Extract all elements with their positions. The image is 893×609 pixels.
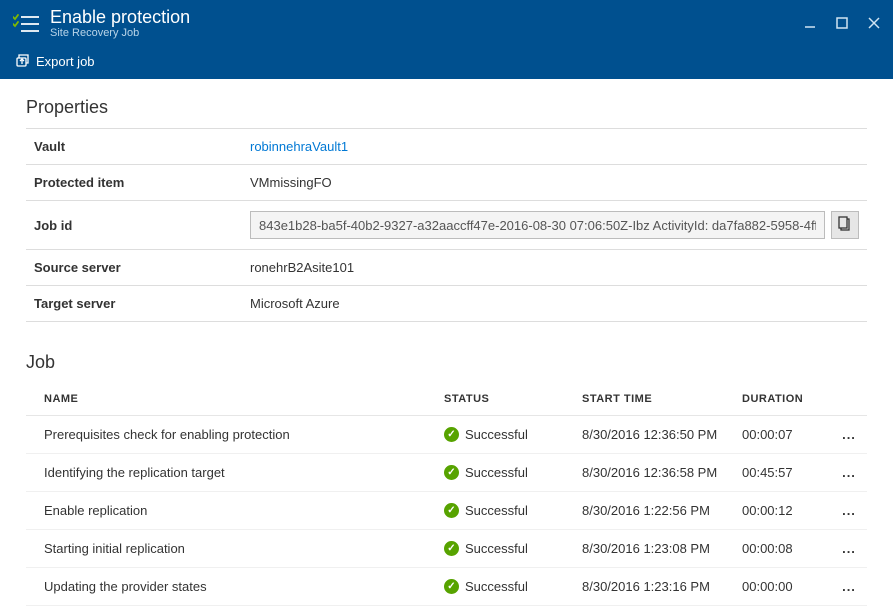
close-button[interactable] xyxy=(867,16,881,33)
job-duration: 00:00:12 xyxy=(734,492,831,530)
header-text: Enable protection Site Recovery Job xyxy=(50,8,803,41)
job-start: 8/30/2016 12:36:58 PM xyxy=(574,454,734,492)
table-row[interactable]: Prerequisites check for enabling protect… xyxy=(26,416,867,454)
job-name: Updating the provider states xyxy=(26,568,436,606)
status-cell: Successful xyxy=(444,465,566,480)
property-label: Job id xyxy=(26,201,242,250)
properties-heading: Properties xyxy=(26,97,867,118)
job-heading: Job xyxy=(26,352,867,373)
success-icon xyxy=(444,427,459,442)
row-context-menu[interactable]: ... xyxy=(831,530,867,568)
job-table: NAME STATUS START TIME DURATION Prerequi… xyxy=(26,383,867,606)
content-area: Properties Vault robinnehraVault1 Protec… xyxy=(0,79,893,606)
job-duration: 00:00:07 xyxy=(734,416,831,454)
status-cell: Successful xyxy=(444,579,566,594)
row-context-menu[interactable]: ... xyxy=(831,568,867,606)
job-list-icon xyxy=(12,10,40,38)
property-label: Vault xyxy=(26,129,242,165)
property-row-source-server: Source server ronehrB2Asite101 xyxy=(26,250,867,286)
job-name: Identifying the replication target xyxy=(26,454,436,492)
status-text: Successful xyxy=(465,465,528,480)
table-row[interactable]: Identifying the replication target Succe… xyxy=(26,454,867,492)
status-text: Successful xyxy=(465,503,528,518)
status-text: Successful xyxy=(465,579,528,594)
job-name: Starting initial replication xyxy=(26,530,436,568)
column-header-status[interactable]: STATUS xyxy=(436,383,574,416)
job-start: 8/30/2016 1:23:16 PM xyxy=(574,568,734,606)
job-duration: 00:00:08 xyxy=(734,530,831,568)
copy-button[interactable] xyxy=(831,211,859,239)
page-title: Enable protection xyxy=(50,8,803,28)
export-job-label: Export job xyxy=(36,54,95,69)
property-row-protected-item: Protected item VMmissingFO xyxy=(26,165,867,201)
job-name: Enable replication xyxy=(26,492,436,530)
property-row-target-server: Target server Microsoft Azure xyxy=(26,286,867,322)
property-label: Protected item xyxy=(26,165,242,201)
clipboard-icon xyxy=(838,216,852,235)
property-row-job-id: Job id xyxy=(26,201,867,250)
property-value: VMmissingFO xyxy=(242,165,867,201)
export-icon xyxy=(14,52,30,71)
job-name: Prerequisites check for enabling protect… xyxy=(26,416,436,454)
job-duration: 00:00:00 xyxy=(734,568,831,606)
success-icon xyxy=(444,579,459,594)
job-start: 8/30/2016 12:36:50 PM xyxy=(574,416,734,454)
column-header-name[interactable]: NAME xyxy=(26,383,436,416)
maximize-button[interactable] xyxy=(835,16,849,33)
column-header-duration[interactable]: DURATION xyxy=(734,383,831,416)
status-text: Successful xyxy=(465,427,528,442)
property-value: ronehrB2Asite101 xyxy=(242,250,867,286)
table-row[interactable]: Starting initial replication Successful … xyxy=(26,530,867,568)
success-icon xyxy=(444,503,459,518)
row-context-menu[interactable]: ... xyxy=(831,416,867,454)
toolbar: Export job xyxy=(0,48,893,79)
column-header-start[interactable]: START TIME xyxy=(574,383,734,416)
status-text: Successful xyxy=(465,541,528,556)
status-cell: Successful xyxy=(444,427,566,442)
table-row[interactable]: Updating the provider states Successful … xyxy=(26,568,867,606)
job-start: 8/30/2016 1:23:08 PM xyxy=(574,530,734,568)
export-job-button[interactable]: Export job xyxy=(14,52,95,71)
property-row-vault: Vault robinnehraVault1 xyxy=(26,129,867,165)
success-icon xyxy=(444,465,459,480)
window-controls xyxy=(803,16,881,33)
minimize-button[interactable] xyxy=(803,16,817,33)
vault-link[interactable]: robinnehraVault1 xyxy=(250,139,348,154)
table-row[interactable]: Enable replication Successful 8/30/2016 … xyxy=(26,492,867,530)
property-label: Source server xyxy=(26,250,242,286)
property-value: Microsoft Azure xyxy=(242,286,867,322)
properties-table: Vault robinnehraVault1 Protected item VM… xyxy=(26,128,867,322)
property-label: Target server xyxy=(26,286,242,322)
status-cell: Successful xyxy=(444,541,566,556)
row-context-menu[interactable]: ... xyxy=(831,492,867,530)
header-bar: Enable protection Site Recovery Job xyxy=(0,0,893,48)
page-subtitle: Site Recovery Job xyxy=(50,27,803,40)
job-duration: 00:45:57 xyxy=(734,454,831,492)
row-context-menu[interactable]: ... xyxy=(831,454,867,492)
job-start: 8/30/2016 1:22:56 PM xyxy=(574,492,734,530)
success-icon xyxy=(444,541,459,556)
job-id-field[interactable] xyxy=(250,211,825,239)
status-cell: Successful xyxy=(444,503,566,518)
